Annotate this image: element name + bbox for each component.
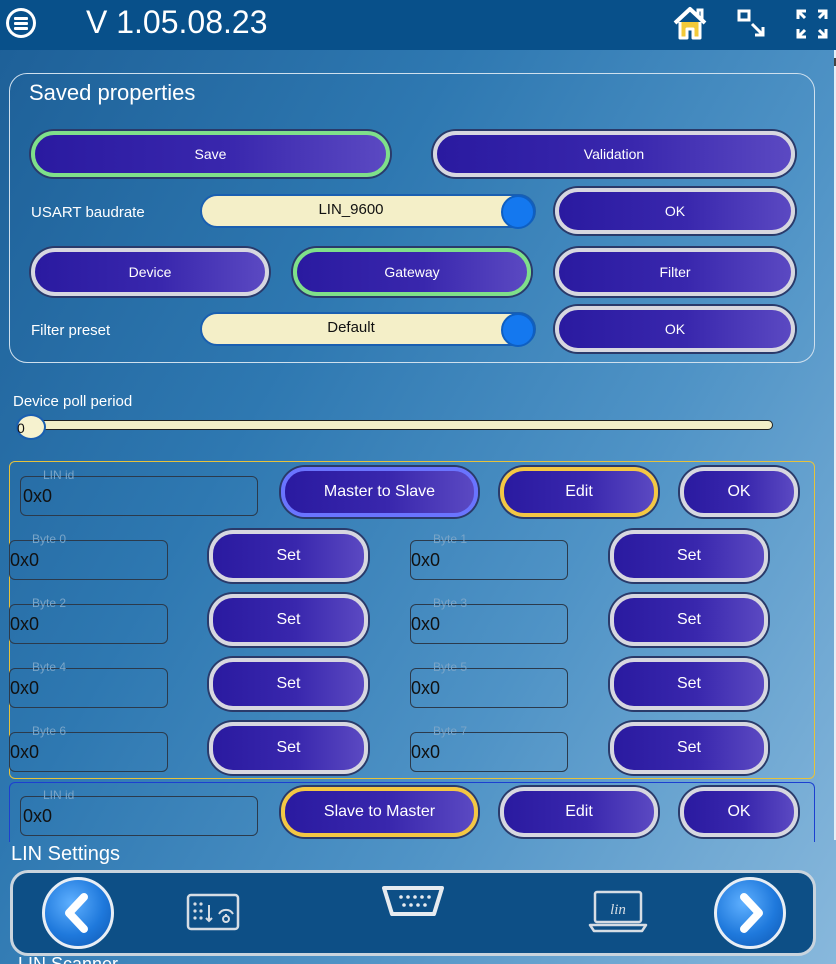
usart-ok-button[interactable]: OK	[555, 188, 795, 234]
filter-ok-button[interactable]: OK	[555, 306, 795, 352]
prev-arrow-icon[interactable]	[42, 877, 114, 949]
edit-button-label: Edit	[565, 483, 593, 500]
lin-id-field-value: 0x0	[23, 486, 53, 506]
saved-properties-title: Saved properties	[29, 80, 196, 105]
menu-icon[interactable]	[6, 8, 36, 38]
lin-id-field-2[interactable]: LIN id 0x0	[20, 788, 258, 836]
filter-preset-label: Filter preset	[31, 322, 111, 339]
header-bar: V 1.05.08.23	[0, 0, 836, 50]
minimize-icon[interactable]	[735, 8, 769, 40]
usart-baudrate-label: USART baudrate	[31, 204, 145, 221]
edit-button[interactable]: Edit	[500, 467, 658, 517]
byte-1-field[interactable]: Byte 1 0x0	[410, 532, 568, 580]
set-byte-4-button[interactable]: Set	[209, 658, 368, 710]
combo-knob-icon[interactable]	[501, 313, 535, 347]
next-arrow-icon[interactable]	[714, 877, 786, 949]
dashboard-settings-icon[interactable]	[185, 892, 241, 932]
direction-button-2-label: Slave to Master	[323, 803, 436, 820]
set-button-label: Set	[276, 547, 301, 564]
frame-ok-button-2[interactable]: OK	[680, 787, 798, 837]
byte-3-label: Byte 3	[433, 596, 468, 610]
byte-0-value: 0x0	[10, 550, 40, 570]
usart-baudrate-value: LIN_9600	[318, 201, 384, 218]
direction-slave-to-master-button[interactable]: Slave to Master	[281, 787, 478, 837]
byte-7-value: 0x0	[411, 742, 441, 762]
set-button-label: Set	[676, 547, 701, 564]
filter-preset-combo[interactable]: Default	[200, 312, 536, 347]
byte-0-label: Byte 0	[32, 532, 67, 546]
filter-ok-label: OK	[664, 321, 686, 337]
frame-ok-button[interactable]: OK	[680, 467, 798, 517]
section-title-lin-scanner: LIN Scanner	[18, 954, 119, 964]
lin-icon-text: lin	[610, 902, 626, 918]
set-byte-5-button[interactable]: Set	[610, 658, 768, 710]
device-poll-period-label: Device poll period	[13, 393, 133, 410]
byte-0-field[interactable]: Byte 0 0x0	[9, 532, 168, 580]
edit-button-2[interactable]: Edit	[500, 787, 658, 837]
byte-2-field[interactable]: Byte 2 0x0	[9, 596, 168, 644]
direction-master-to-slave-button[interactable]: Master to Slave	[281, 467, 478, 517]
app-version-title: V 1.05.08.23	[86, 4, 268, 40]
byte-1-label: Byte 1	[433, 532, 468, 546]
usart-ok-label: OK	[664, 203, 686, 219]
filter-button-label: Filter	[659, 264, 691, 280]
section-title-lin-settings: LIN Settings	[11, 843, 120, 865]
lin-laptop-icon[interactable]: lin	[587, 889, 649, 935]
set-button-label: Set	[276, 739, 301, 756]
byte-2-value: 0x0	[10, 614, 40, 634]
gateway-button-label: Gateway	[384, 264, 440, 280]
byte-5-value: 0x0	[411, 678, 441, 698]
validation-button[interactable]: Validation	[433, 131, 795, 177]
set-button-label: Set	[676, 675, 701, 692]
set-byte-2-button[interactable]: Set	[209, 594, 368, 646]
byte-2-label: Byte 2	[32, 596, 67, 610]
home-icon[interactable]	[672, 4, 708, 42]
combo-knob-icon[interactable]	[501, 195, 535, 229]
byte-4-field[interactable]: Byte 4 0x0	[9, 660, 168, 708]
gateway-button[interactable]: Gateway	[293, 248, 531, 296]
maximize-icon[interactable]	[795, 8, 829, 40]
set-button-label: Set	[276, 611, 301, 628]
device-button-label: Device	[128, 264, 172, 280]
byte-6-label: Byte 6	[32, 724, 67, 738]
set-byte-7-button[interactable]: Set	[610, 722, 768, 774]
byte-3-value: 0x0	[411, 614, 441, 634]
set-byte-1-button[interactable]: Set	[610, 530, 768, 582]
byte-4-label: Byte 4	[32, 660, 67, 674]
lin-id-field[interactable]: LIN id 0x0	[20, 468, 258, 516]
edit-button-2-label: Edit	[565, 803, 593, 820]
set-button-label: Set	[676, 611, 701, 628]
validation-button-label: Validation	[583, 146, 645, 162]
byte-7-field[interactable]: Byte 7 0x0	[410, 724, 568, 772]
frame-ok-label: OK	[727, 483, 751, 500]
filter-preset-value: Default	[327, 319, 375, 336]
filter-button[interactable]: Filter	[555, 248, 795, 296]
save-button[interactable]: Save	[31, 131, 390, 177]
byte-5-field[interactable]: Byte 5 0x0	[410, 660, 568, 708]
byte-4-value: 0x0	[10, 678, 40, 698]
byte-1-value: 0x0	[411, 550, 441, 570]
frame-ok-2-label: OK	[727, 803, 751, 820]
byte-5-label: Byte 5	[433, 660, 468, 674]
lin-id-field-2-value: 0x0	[23, 806, 53, 826]
save-button-label: Save	[194, 146, 227, 162]
set-byte-3-button[interactable]: Set	[610, 594, 768, 646]
byte-6-field[interactable]: Byte 6 0x0	[9, 724, 168, 772]
byte-6-value: 0x0	[10, 742, 40, 762]
poll-period-slider[interactable]	[30, 420, 773, 430]
usart-baudrate-combo[interactable]: LIN_9600	[200, 194, 536, 229]
lin-id-field-2-label: LIN id	[43, 788, 75, 802]
bottom-nav-bar: lin	[10, 870, 816, 956]
set-button-label: Set	[676, 739, 701, 756]
poll-period-value: 0	[17, 420, 25, 436]
byte-3-field[interactable]: Byte 3 0x0	[410, 596, 568, 644]
set-byte-0-button[interactable]: Set	[209, 530, 368, 582]
set-byte-6-button[interactable]: Set	[209, 722, 368, 774]
device-button[interactable]: Device	[31, 248, 269, 296]
lin-id-field-label: LIN id	[43, 468, 75, 482]
direction-button-label: Master to Slave	[323, 483, 436, 500]
serial-port-icon[interactable]	[379, 883, 447, 921]
set-button-label: Set	[276, 675, 301, 692]
byte-7-label: Byte 7	[433, 724, 468, 738]
